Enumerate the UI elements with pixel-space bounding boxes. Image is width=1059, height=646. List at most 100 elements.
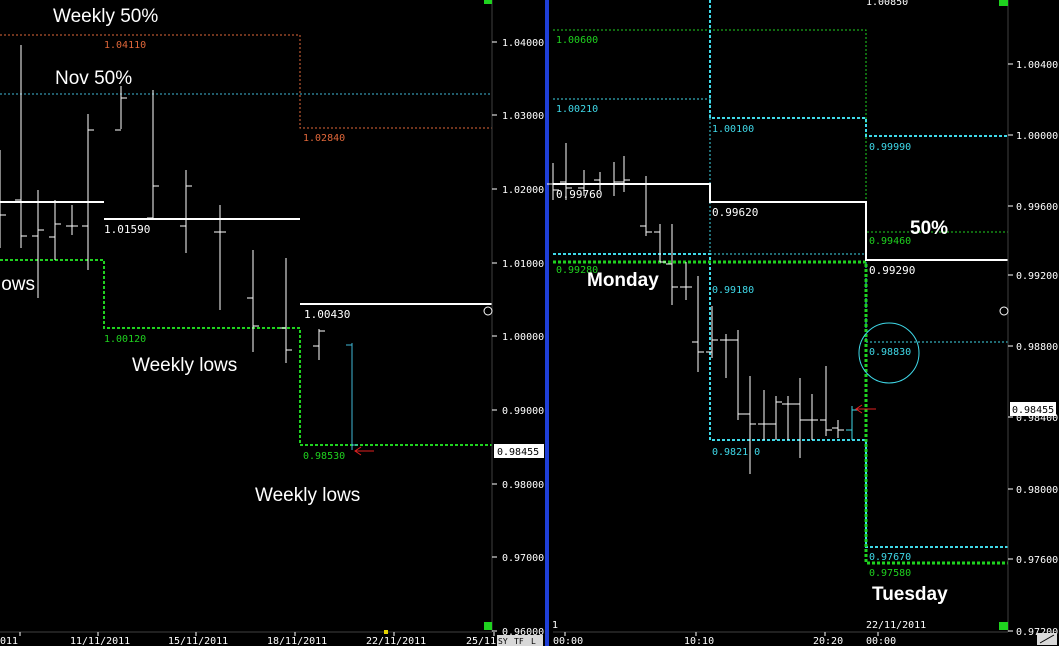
status-icon-l[interactable]: L [531, 637, 536, 646]
left-y-tick-label: 1.00000 [502, 332, 544, 343]
left-ohlc-bar [313, 329, 325, 360]
right-x-tick-label: 10:10 [684, 636, 714, 646]
annotation-monday: Monday [587, 270, 659, 291]
red-arrow-left [354, 446, 374, 456]
left-ohlc-bar [180, 170, 192, 253]
left-ohlc-bar [0, 150, 6, 248]
right-scroll-handle[interactable] [999, 306, 1009, 316]
right-ohlc-bar [806, 394, 818, 440]
left-ohlc-bar [280, 258, 292, 363]
cyan-upper-level-line [709, 0, 1008, 137]
level-label-1.00600: 1.00600 [556, 35, 598, 46]
right-ohlc-bar [820, 366, 832, 436]
left-ohlc-bar [247, 250, 259, 352]
status-icon-tf[interactable]: TF [514, 637, 524, 646]
left-x-tick-label: 25/11 [466, 636, 496, 646]
right-ohlc-bar [654, 224, 666, 263]
level-label-1.00210: 1.00210 [556, 104, 598, 115]
left-top-corner [484, 0, 492, 4]
annotation-weekly-50: Weekly 50% [53, 6, 158, 27]
left-y-tick-label: 1.03000 [502, 111, 544, 122]
level-label-0.98530: 0.98530 [303, 451, 345, 462]
right-x-date: 22/11/2011 [866, 620, 926, 631]
right-ohlc-bar [782, 396, 794, 440]
left-scroll-handle[interactable] [483, 306, 493, 316]
right-top-corner [999, 0, 1008, 6]
level-label-0.98830: 0.98830 [869, 347, 911, 358]
level-label-1.02840: 1.02840 [303, 133, 345, 144]
annotation-weekly-lows-1: Weekly lows [132, 355, 237, 376]
left-y-axis: 1.04000 1.03000 1.02000 1.01000 1.00000 0.990… [492, 38, 544, 638]
left-x-axis: 011 11/11/2011 15/11/2011 18/11/2011 22/11/2… [0, 632, 496, 646]
right-x-tick-label: 20:20 [813, 636, 843, 646]
level-label-0.99990: 0.99990 [869, 142, 911, 153]
right-y-axis: 1.00400 1.00000 0.99600 0.99200 0.98800 0.984… [1008, 60, 1058, 638]
right-ohlc-bar [692, 276, 704, 372]
right-ohlc-bar [832, 420, 844, 438]
level-label-1.00100: 1.00100 [712, 124, 754, 135]
left-x-tick-label: 011 [0, 636, 18, 646]
left-ohlc-bar [147, 90, 159, 219]
right-y-tick-label: 0.99200 [1016, 271, 1058, 282]
weekly-lows-line [0, 259, 492, 446]
level-label-0.97580: 0.97580 [869, 568, 911, 579]
right-price-tag: 0.98455 [1012, 405, 1054, 416]
level-label-0.99620: 0.99620 [712, 206, 758, 219]
level-label-1.00430: 1.00430 [304, 308, 350, 321]
right-y-tick-label: 0.97600 [1016, 555, 1058, 566]
left-x-tick-label: 22/11/2011 [366, 636, 426, 646]
right-y-tick-label: 0.99600 [1016, 202, 1058, 213]
right-ohlc-bar [666, 224, 678, 305]
right-green-corner [999, 622, 1008, 630]
right-ohlc-bar [794, 378, 806, 458]
level-label-1.00120: 1.00120 [104, 334, 146, 345]
left-ohlc-bar [346, 343, 358, 450]
right-y-tick-label: 1.00400 [1016, 60, 1058, 71]
cyan-lower-level-line [553, 253, 1008, 548]
level-label-1.04110: 1.04110 [104, 40, 146, 51]
left-green-corner [484, 622, 492, 630]
level-label-0.99460: 0.99460 [869, 236, 911, 247]
right-y-tick-label: 0.98800 [1016, 342, 1058, 353]
right-y-tick-label: 1.00000 [1016, 131, 1058, 142]
left-ohlc-bar [82, 114, 94, 270]
left-panel: 1.04110 1.02840 1.01590 1.00430 1.00120 … [0, 0, 544, 646]
right-ohlc-bar [720, 334, 732, 378]
level-label-0.98210: 0.9821 0 [712, 447, 760, 458]
left-ohlc-bar [115, 86, 127, 131]
left-y-tick-label: 0.98000 [502, 480, 544, 491]
left-x-tick-label: 18/11/2011 [267, 636, 327, 646]
left-price-tag: 0.98455 [497, 447, 539, 458]
right-ohlc-bar [732, 330, 744, 420]
right-panel: 1.00600 0.99460 1.00210 0.99180 0.98830 … [547, 0, 1058, 646]
left-y-tick-label: 0.99000 [502, 406, 544, 417]
right-ohlc-bar [758, 390, 770, 440]
left-status-icons[interactable]: SY TF L [497, 635, 543, 646]
level-label-0.99760: 0.99760 [556, 188, 602, 201]
right-ohlc-bar [846, 406, 858, 440]
annotation-weekly-lows-2: Weekly lows [255, 485, 360, 506]
chart-canvas: 1.04110 1.02840 1.01590 1.00430 1.00120 … [0, 0, 1058, 646]
left-ohlc-bars [0, 45, 358, 450]
annotation-tuesday: Tuesday [872, 584, 948, 605]
left-y-tick-label: 1.04000 [502, 38, 544, 49]
right-x-tick-label: 00:00 [866, 636, 896, 646]
right-ohlc-bar [744, 376, 756, 474]
left-ohlc-bar [214, 205, 226, 310]
right-top-cut-label: 1.00850 [866, 0, 908, 8]
chart-stage: 1.04110 1.02840 1.01590 1.00430 1.00120 … [0, 0, 1059, 646]
right-ohlc-bar [770, 396, 782, 440]
level-label-0.99290: 0.99290 [869, 264, 915, 277]
status-icon-sy[interactable]: SY [498, 637, 508, 646]
left-ohlc-bar [66, 205, 78, 235]
left-ohlc-bar [15, 45, 27, 248]
annotation-50: 50% [910, 218, 948, 239]
right-ohlc-bar [608, 162, 620, 196]
right-ohlc-bar [618, 156, 630, 192]
left-x-tick-label: 11/11/2011 [70, 636, 130, 646]
left-y-tick-label: 1.02000 [502, 185, 544, 196]
right-corner-icon[interactable] [1037, 633, 1057, 645]
left-x-marker [384, 630, 388, 634]
level-label-0.97670: 0.97670 [869, 552, 911, 563]
level-label-1.01590: 1.01590 [104, 223, 150, 236]
